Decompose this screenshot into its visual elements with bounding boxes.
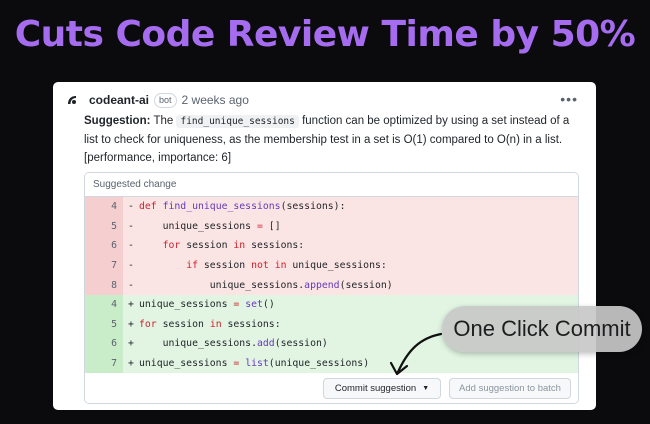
- line-number[interactable]: 5: [85, 216, 123, 237]
- code-line: for session in sessions:: [162, 240, 305, 252]
- more-options-icon[interactable]: •••: [560, 92, 578, 106]
- headline: Cuts Code Review Time by 50%: [14, 14, 636, 55]
- comment-text-before: The: [153, 115, 174, 127]
- code-line: unique_sessions = []: [162, 220, 281, 232]
- diff-sign: -: [128, 240, 134, 252]
- comment-timestamp[interactable]: 2 weeks ago: [182, 93, 249, 107]
- suggested-change-box: Suggested change 4- def find_unique_sessi…: [84, 172, 579, 404]
- code-line: for session in sessions:: [139, 318, 281, 330]
- line-number[interactable]: 7: [85, 353, 123, 374]
- line-number[interactable]: 5: [85, 314, 123, 335]
- one-click-commit-callout: One Click Commit: [442, 306, 642, 352]
- diff-sign: +: [128, 299, 134, 311]
- diff-sign: -: [128, 220, 134, 232]
- line-number[interactable]: 6: [85, 236, 123, 256]
- line-number[interactable]: 6: [85, 334, 123, 354]
- diff-row-removed: 7- if session not in unique_sessions:: [85, 255, 578, 276]
- code-line: unique_sessions.append(session): [209, 279, 393, 291]
- diff-row-removed: 8- unique_sessions.append(session): [85, 275, 578, 295]
- code-line: def find_unique_sessions(sessions):: [139, 201, 346, 213]
- commit-suggestion-label: Commit suggestion: [334, 383, 417, 394]
- diff-row-removed: 6- for session in sessions:: [85, 236, 578, 256]
- diff-sign: +: [128, 338, 134, 350]
- inline-code-function: find_unique_sessions: [176, 115, 299, 128]
- diff-sign: +: [128, 318, 134, 330]
- diff-row-removed: 4- def find_unique_sessions(sessions):: [85, 197, 578, 217]
- diff-sign: -: [128, 279, 134, 291]
- author-name[interactable]: codeant-ai: [89, 93, 149, 107]
- diff-row-removed: 5- unique_sessions = []: [85, 216, 578, 237]
- caret-down-icon[interactable]: ▼: [422, 385, 429, 392]
- add-to-batch-button[interactable]: Add suggestion to batch: [449, 378, 571, 399]
- suggested-change-header: Suggested change: [85, 173, 578, 197]
- diff-sign: -: [128, 201, 134, 213]
- diff-sign: -: [128, 260, 134, 272]
- line-number[interactable]: 4: [85, 197, 123, 217]
- code-line: unique_sessions = set(): [139, 299, 275, 311]
- diff-sign: +: [128, 358, 134, 370]
- comment-body: Suggestion: The find_unique_sessions fun…: [84, 112, 584, 167]
- commit-suggestion-button[interactable]: Commit suggestion ▼: [323, 378, 441, 399]
- bot-badge: bot: [154, 92, 177, 108]
- diff-row-added: 7 + unique_sessions = list(unique_sessions…: [85, 353, 578, 374]
- codeant-logo-icon[interactable]: [65, 93, 79, 107]
- code-line: if session not in unique_sessions:: [186, 260, 387, 272]
- line-number[interactable]: 7: [85, 255, 123, 276]
- line-number[interactable]: 8: [85, 275, 123, 295]
- suggestion-actions: Commit suggestion ▼ Add suggestion to ba…: [85, 373, 578, 403]
- code-line: unique_sessions.add(session): [162, 338, 328, 350]
- suggestion-label: Suggestion:: [84, 115, 151, 127]
- review-comment-card: codeant-ai bot 2 weeks ago ••• Suggestio…: [53, 82, 596, 410]
- line-number[interactable]: 4: [85, 294, 123, 315]
- code-line: unique_sessions = list(unique_sessions): [139, 358, 370, 370]
